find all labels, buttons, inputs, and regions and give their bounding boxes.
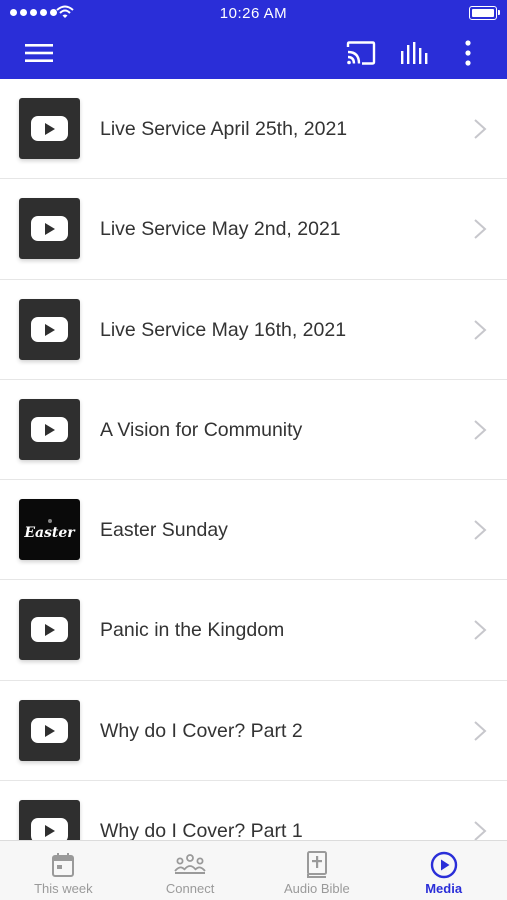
bottom-tab-bar: This week Connect Audio Bible Media [0,840,507,900]
cast-button[interactable] [336,26,386,79]
audio-button[interactable] [390,26,440,79]
easter-thumbnail-text: Easter [24,524,75,541]
play-circle-icon [430,851,457,879]
list-item-title: Why do I Cover? Part 1 [100,820,303,840]
youtube-play-icon [31,116,68,141]
youtube-play-icon [31,216,68,242]
cast-icon [346,40,376,65]
equalizer-bars-icon [401,41,428,64]
list-item[interactable]: Panic in the Kingdom [0,580,507,681]
youtube-play-icon [31,617,68,643]
video-thumbnail [19,198,80,260]
list-item-title: Easter Sunday [100,519,228,542]
tab-audio-bible[interactable]: Audio Bible [254,841,381,900]
chevron-right-icon [474,319,487,340]
chevron-right-icon [474,821,487,840]
video-thumbnail [19,599,80,661]
hamburger-menu-icon [25,43,53,62]
more-options-button[interactable] [446,26,490,79]
list-item[interactable]: Live Service May 16th, 2021 [0,280,507,380]
bible-icon [306,851,327,878]
video-thumbnail [19,699,80,761]
list-item[interactable]: Live Service May 2nd, 2021 [0,179,507,280]
list-item-title: Live Service May 2nd, 2021 [100,218,341,241]
tab-connect[interactable]: Connect [127,841,254,900]
people-group-icon [174,854,206,874]
chevron-right-icon [474,520,487,540]
media-list: Live Service April 25th, 2021 Live Servi… [0,79,507,840]
tab-media[interactable]: Media [380,841,507,900]
youtube-play-icon [31,316,68,342]
youtube-play-icon [31,818,68,840]
list-item[interactable]: Why do I Cover? Part 2 [0,681,507,782]
video-thumbnail [19,398,80,460]
list-item-title: Why do I Cover? Part 2 [100,719,303,742]
more-vertical-icon [465,39,471,66]
tab-label: Media [425,881,463,896]
chevron-right-icon [474,721,487,741]
chevron-right-icon [474,620,487,641]
chevron-right-icon [474,119,487,139]
list-item[interactable]: Live Service April 25th, 2021 [0,79,507,180]
battery-icon [469,6,500,20]
list-item-title: A Vision for Community [100,418,303,441]
youtube-play-icon [31,717,68,743]
calendar-icon [52,853,75,877]
youtube-play-icon [31,416,68,442]
list-item[interactable]: A Vision for Community [0,380,507,481]
video-thumbnail [19,298,80,360]
menu-button[interactable] [14,26,64,79]
video-thumbnail [19,800,80,840]
list-item-title: Live Service April 25th, 2021 [100,118,348,140]
chevron-right-icon [474,420,487,440]
app-bar [0,26,507,79]
tab-label: Audio Bible [283,881,350,896]
tab-label: This week [34,881,93,896]
list-item-title: Live Service May 16th, 2021 [100,318,347,341]
list-item[interactable]: Why do I Cover? Part 1 [0,781,507,840]
easter-thumbnail: Easter [19,499,80,561]
status-bar: 10:26 AM [0,0,507,26]
tab-label: Connect [165,881,215,896]
list-item[interactable]: Easter Easter Sunday [0,480,507,581]
video-thumbnail [19,98,80,159]
tab-this-week[interactable]: This week [0,841,127,900]
list-item-title: Panic in the Kingdom [100,619,285,642]
status-time: 10:26 AM [219,5,288,22]
chevron-right-icon [474,219,487,240]
